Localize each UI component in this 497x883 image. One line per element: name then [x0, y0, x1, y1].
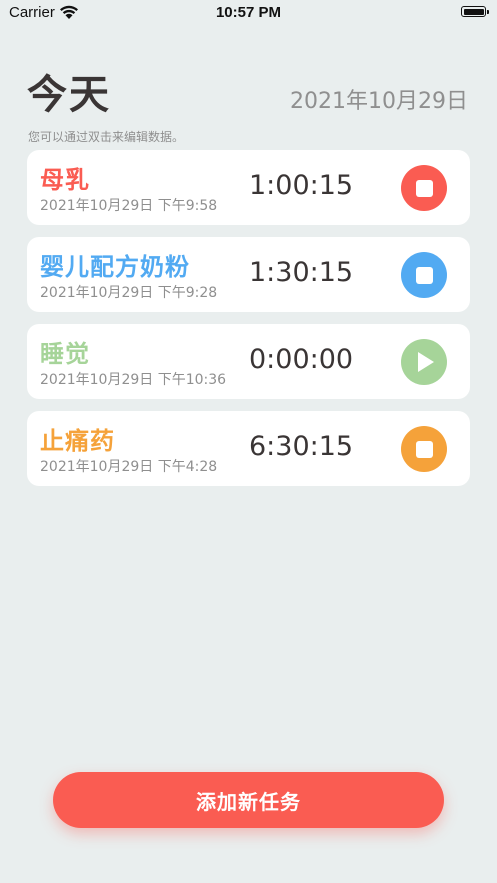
task-card-formula[interactable]: 婴儿配方奶粉 2021年10月29日 下午9:28 1:30:15: [27, 237, 470, 312]
stop-icon: [415, 440, 433, 458]
task-name: 睡觉: [40, 340, 90, 368]
task-start-time: 2021年10月29日 下午4:28: [40, 459, 218, 475]
task-elapsed-timer: 0:00:00: [249, 344, 354, 375]
task-name: 止痛药: [40, 427, 115, 455]
stop-icon: [415, 179, 433, 197]
task-start-time: 2021年10月29日 下午10:36: [40, 372, 227, 388]
page-title: 今天: [27, 72, 111, 118]
task-elapsed-timer: 1:00:15: [249, 170, 354, 201]
play-icon: [418, 352, 434, 372]
page-date: 2021年10月29日: [290, 89, 468, 114]
stop-button[interactable]: [401, 252, 447, 298]
stop-icon: [415, 266, 433, 284]
add-task-button[interactable]: 添加新任务: [53, 772, 444, 828]
task-elapsed-timer: 6:30:15: [249, 431, 354, 462]
task-card-painkiller[interactable]: 止痛药 2021年10月29日 下午4:28 6:30:15: [27, 411, 470, 486]
task-card-breastmilk[interactable]: 母乳 2021年10月29日 下午9:58 1:00:15: [27, 150, 470, 225]
task-card-sleep[interactable]: 睡觉 2021年10月29日 下午10:36 0:00:00: [27, 324, 470, 399]
task-list: 母乳 2021年10月29日 下午9:58 1:00:15 婴儿配方奶粉 202…: [27, 150, 470, 498]
edit-hint: 您可以通过双击来编辑数据。: [28, 130, 185, 144]
task-name: 婴儿配方奶粉: [40, 253, 190, 281]
task-start-time: 2021年10月29日 下午9:28: [40, 285, 218, 301]
battery-icon: [461, 6, 489, 17]
task-name: 母乳: [40, 166, 90, 194]
status-bar: Carrier 10:57 PM: [0, 0, 497, 26]
play-button[interactable]: [401, 339, 447, 385]
task-start-time: 2021年10月29日 下午9:58: [40, 198, 218, 214]
add-task-label: 添加新任务: [196, 789, 301, 814]
stop-button[interactable]: [401, 165, 447, 211]
status-time: 10:57 PM: [215, 4, 282, 21]
task-elapsed-timer: 1:30:15: [249, 257, 354, 288]
stop-button[interactable]: [401, 426, 447, 472]
